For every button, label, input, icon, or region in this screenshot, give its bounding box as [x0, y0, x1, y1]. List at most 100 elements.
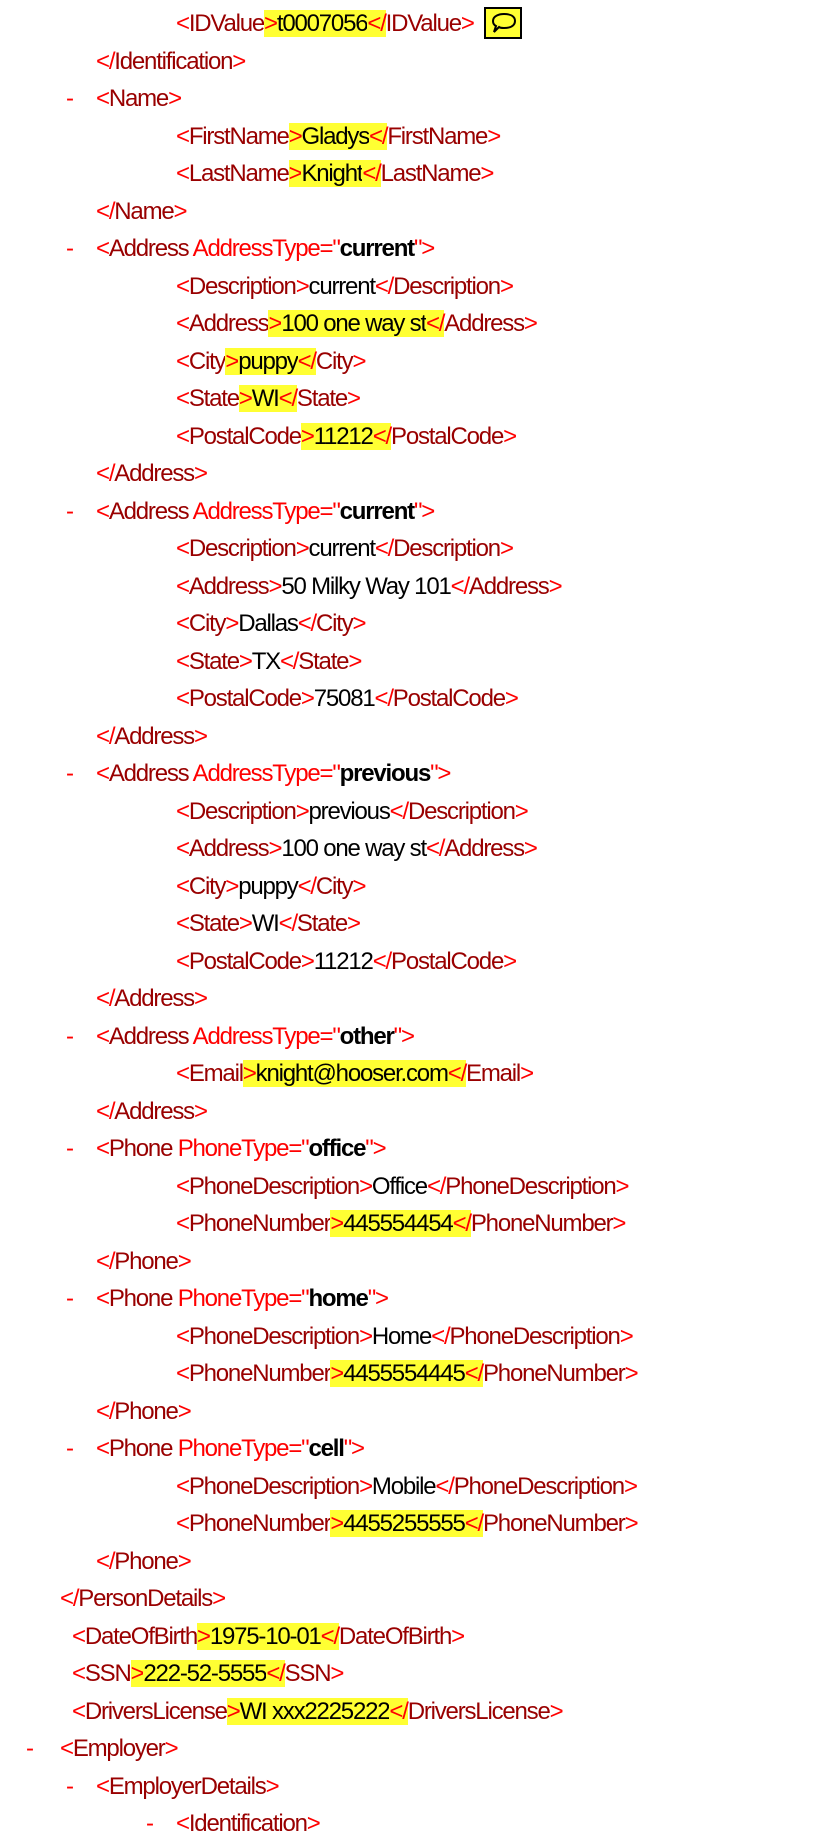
open-tag: <PhoneDescription>: [176, 1322, 373, 1350]
attribute-value: previous: [339, 760, 432, 787]
attribute-name: AddressType=": [192, 760, 341, 787]
tag-name: PostalCode: [391, 422, 504, 450]
tag-name: DriversLicense: [84, 1697, 228, 1725]
tag-name: Address: [444, 310, 525, 337]
element-value: current: [308, 272, 377, 300]
tag-name: LastName: [188, 160, 290, 187]
collapse-toggle[interactable]: -: [66, 1133, 74, 1165]
collapse-toggle[interactable]: -: [66, 1771, 74, 1803]
tag-name: Address: [444, 835, 525, 862]
tag-name: State: [298, 647, 349, 675]
tag-name: PhoneDescription: [188, 1472, 360, 1500]
close-tag: </IDValue>: [367, 10, 475, 37]
attribute-name: PhoneType=": [177, 1435, 310, 1462]
element-value: WI: [251, 910, 280, 937]
element-value: 11212: [313, 422, 374, 450]
tag-name: Name: [114, 197, 174, 225]
tag-name: Phone: [114, 1397, 179, 1425]
close-tag: </Phone>: [96, 1397, 192, 1425]
tag-name: Email: [188, 1060, 244, 1087]
open-tag: <Phone PhoneType="home">: [96, 1285, 389, 1312]
tag-name: Identification: [188, 1810, 308, 1837]
tag-name: FirstName: [387, 122, 488, 150]
tag-name: PhoneNumber: [188, 1510, 332, 1537]
tag-name: Address: [188, 835, 270, 862]
collapse-toggle[interactable]: -: [146, 1808, 154, 1840]
tag-name: Address: [114, 722, 195, 750]
tag-name: Address: [108, 497, 190, 525]
open-tag: <PhoneNumber>: [176, 1360, 344, 1387]
element-value: puppy: [238, 347, 299, 375]
tag-name: PostalCode: [392, 685, 506, 712]
tag-name: Address: [108, 760, 190, 787]
tag-name: DateOfBirth: [338, 1622, 452, 1650]
tag-name: DriversLicense: [407, 1697, 551, 1725]
open-tag: <Address AddressType="current">: [96, 235, 435, 262]
tag-name: IDValue: [385, 10, 462, 37]
close-tag: </DriversLicense>: [389, 1697, 564, 1725]
close-tag: </SSN>: [266, 1660, 344, 1687]
open-tag: <Phone PhoneType="cell">: [96, 1435, 365, 1462]
close-tag: </State>: [278, 910, 361, 937]
open-tag: <PhoneNumber>: [176, 1510, 344, 1537]
element-value: t0007056: [276, 10, 369, 37]
open-tag: <EmployerDetails>: [96, 1772, 280, 1800]
close-tag: </Identification>: [96, 47, 246, 75]
collapse-toggle[interactable]: -: [66, 496, 74, 528]
element-value: puppy: [238, 872, 299, 900]
tag-name: Name: [108, 85, 169, 112]
open-tag: <FirstName>: [176, 122, 303, 150]
open-tag: <PhoneNumber>: [176, 1210, 344, 1237]
tag-name: Description: [188, 535, 297, 562]
element-value: WI: [251, 385, 280, 412]
attribute-value: current: [339, 497, 416, 525]
xml-document-view: <IDValue>t0007056</IDValue> </Identificat…: [0, 0, 831, 1837]
comment-icon[interactable]: [483, 6, 522, 39]
tag-name: Phone: [108, 1135, 174, 1162]
collapse-toggle[interactable]: -: [26, 1733, 34, 1765]
open-tag: <Address>: [176, 310, 282, 337]
tag-name: City: [188, 610, 227, 637]
close-tag: </PhoneDescription>: [435, 1472, 638, 1500]
tag-name: PostalCode: [188, 947, 302, 975]
tag-name: FirstName: [188, 122, 290, 150]
collapse-toggle[interactable]: -: [66, 1021, 74, 1053]
close-tag: </State>: [279, 647, 362, 675]
close-tag: </City>: [297, 347, 366, 375]
open-tag: <State>: [176, 385, 253, 412]
tag-name: City: [188, 872, 227, 900]
element-value: 4455554445: [343, 1360, 466, 1387]
tag-name: State: [188, 385, 240, 412]
element-value: 445554454: [343, 1210, 454, 1237]
element-value: 100 one way st: [281, 310, 427, 337]
tag-name: PhoneNumber: [470, 1210, 614, 1237]
open-tag: <Email>: [176, 1060, 257, 1087]
tag-name: Address: [114, 460, 195, 487]
element-value: 4455255555: [343, 1510, 466, 1537]
collapse-toggle[interactable]: -: [66, 83, 74, 115]
collapse-toggle[interactable]: -: [66, 1283, 74, 1315]
tag-name: State: [188, 910, 240, 937]
close-tag: </Description>: [374, 535, 514, 562]
collapse-toggle[interactable]: -: [66, 233, 74, 265]
element-value: previous: [308, 797, 391, 825]
element-value: Gladys: [301, 122, 370, 150]
open-tag: <PhoneDescription>: [176, 1472, 373, 1500]
tag-name: Email: [466, 1060, 521, 1087]
tag-name: Description: [188, 272, 297, 300]
close-tag: </PhoneDescription>: [426, 1172, 630, 1200]
open-tag: <Address AddressType="current">: [96, 497, 435, 525]
close-tag: </Phone>: [96, 1247, 192, 1275]
open-tag: <City>: [176, 872, 239, 900]
element-value: 11212: [313, 947, 374, 975]
open-tag: <PostalCode>: [176, 947, 315, 975]
collapse-toggle[interactable]: -: [66, 758, 74, 790]
element-value: 50 Milky Way 101: [281, 572, 452, 600]
open-tag: <Address>: [176, 572, 282, 600]
open-tag: <DateOfBirth>: [72, 1622, 211, 1650]
collapse-toggle[interactable]: -: [66, 1433, 74, 1465]
open-tag: <SSN>: [72, 1660, 145, 1687]
tag-name: PhoneDescription: [445, 1172, 616, 1200]
element-value: current: [308, 535, 377, 562]
tag-name: Description: [407, 797, 516, 825]
